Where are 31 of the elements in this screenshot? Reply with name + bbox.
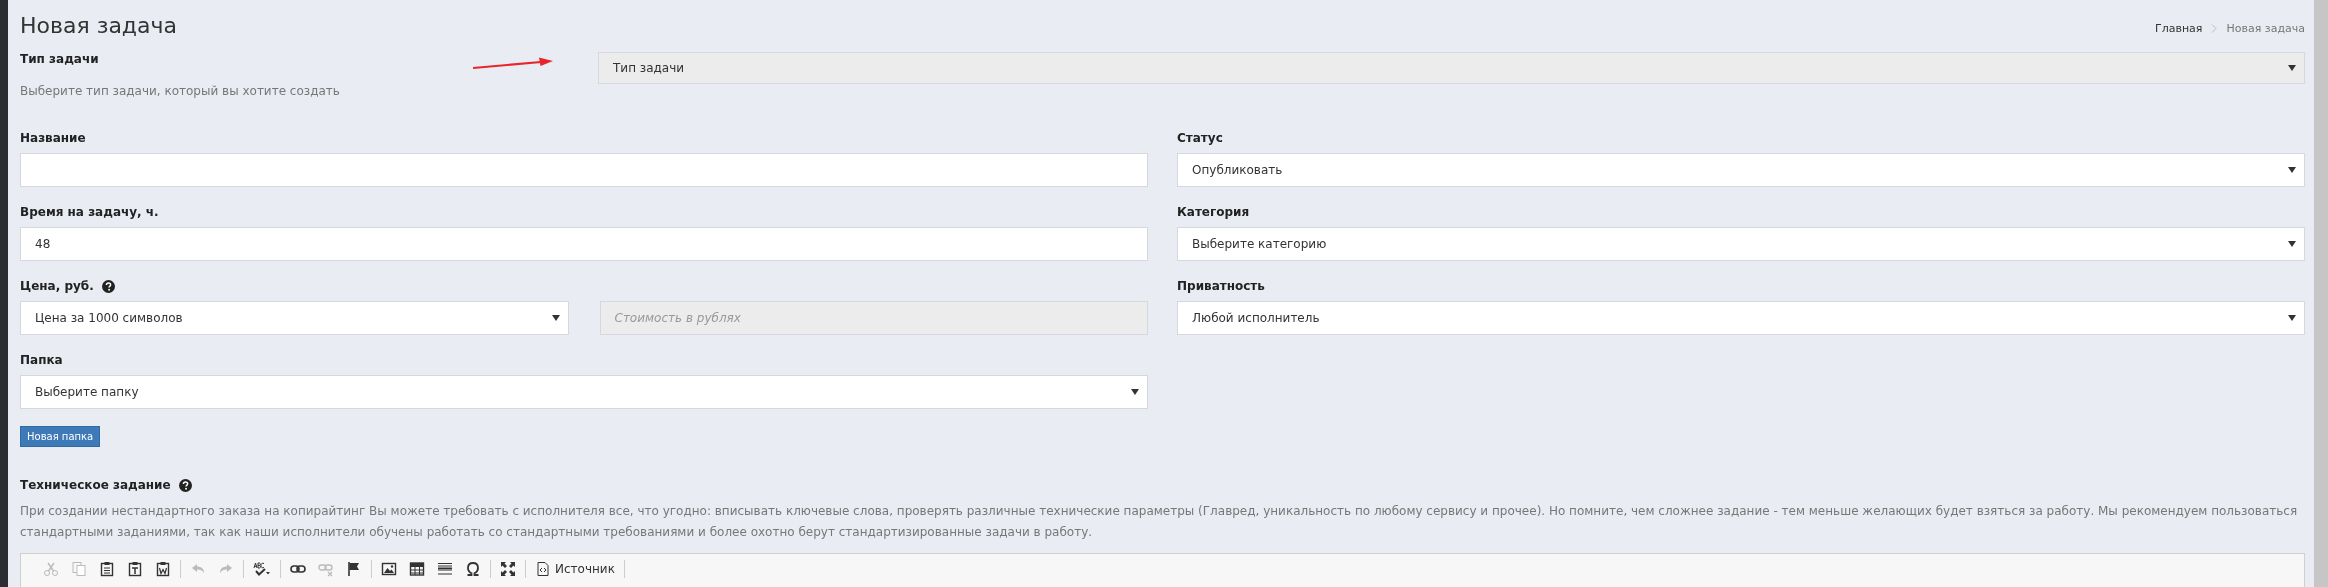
dropdown-select[interactable]: Выберите папку [20, 375, 1148, 409]
field-label: Приватность [1177, 279, 1265, 293]
page-title: Новая задача [20, 12, 178, 38]
description-text: При создании нестандартного заказа на копирайтинг Вы можете требовать с исполнителя все, что угодно: вписывать ключевые слова, проверять различные технические параметры (Главред, уникальность по любому сервису и прочее). Но помните, чем сложнее задание - тем меньше желающих будет взяться за работу. Мы рекомендуем пользоваться стандартными заданиями, так как наши исполнители обучены работать со стандартными требованиями и более охотно берут стандартизированные задачи в работу. [20, 503, 2299, 541]
hint-text: Выберите тип задачи, который вы хотите создать [20, 84, 341, 98]
field-label: Статус [1177, 131, 1223, 145]
field-label: Цена, руб. [20, 279, 94, 293]
caret-icon [2288, 167, 2296, 173]
dropdown-select[interactable]: Опубликовать [1177, 153, 2305, 187]
field-label: Папка [20, 353, 63, 367]
caret-icon [2288, 241, 2296, 247]
dropdown-select[interactable]: Любой исполнитель [1177, 301, 2305, 335]
field-label: Категория [1177, 205, 1250, 219]
field-label: Тип задачи [20, 52, 99, 66]
dropdown-select[interactable]: Цена за 1000 символов [20, 301, 569, 335]
breadcrumb-current: Новая задача [2226, 21, 2305, 35]
new-folder-button[interactable]: Новая папка [20, 426, 101, 447]
caret-icon [1131, 389, 1139, 395]
source-button[interactable]: Источник [529, 559, 621, 579]
chevron-icon [2211, 23, 2218, 33]
breadcrumb-link[interactable]: Главная [2154, 21, 2203, 35]
field-label: Техническое задание [20, 478, 171, 492]
input-field[interactable] [20, 153, 1148, 187]
caret-icon [2288, 315, 2296, 321]
input-field[interactable]: 48 [20, 227, 1148, 261]
field-label: Название [20, 131, 86, 145]
source-code-icon [535, 561, 551, 577]
field-label: Время на задачу, ч. [20, 205, 159, 219]
dropdown-select[interactable]: Выберите категорию [1177, 227, 2305, 261]
caret-icon [551, 315, 560, 321]
caret-icon [2288, 65, 2296, 71]
